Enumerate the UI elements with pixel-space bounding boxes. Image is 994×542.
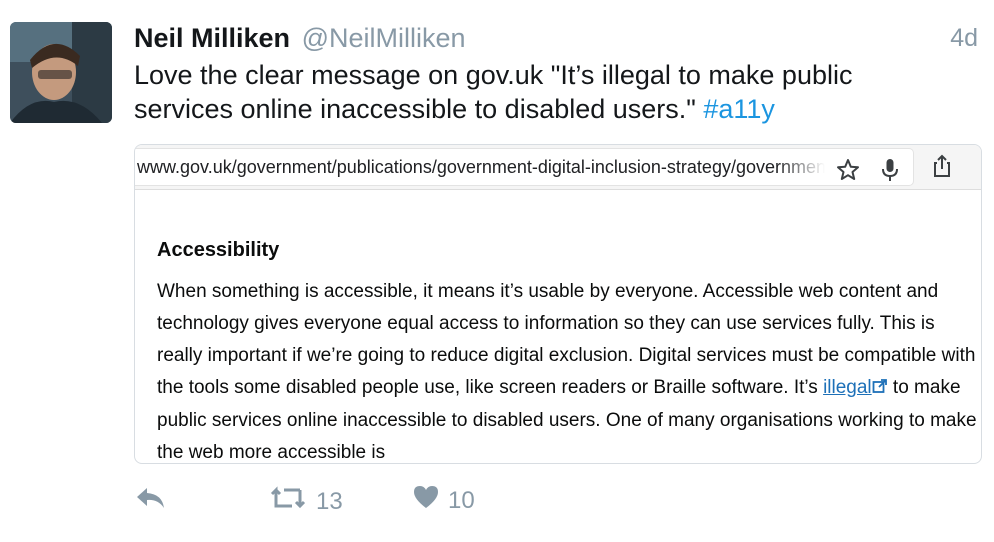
microphone-icon[interactable] (875, 155, 905, 185)
retweet-icon[interactable] (268, 484, 308, 519)
share-icon[interactable] (927, 151, 957, 181)
external-link-icon (872, 373, 888, 405)
page-content: Accessibility When something is accessib… (157, 239, 977, 463)
author-name[interactable]: Neil Milliken (134, 23, 290, 53)
section-paragraph: When something is accessible, it means i… (157, 276, 977, 463)
tweet-timestamp[interactable]: 4d (950, 24, 978, 53)
retweet-button[interactable]: 13 (268, 484, 343, 519)
heart-icon[interactable] (412, 484, 440, 517)
tweet-text: Love the clear message on gov.uk "It’s i… (134, 58, 954, 126)
tweet-header: Neil Milliken @NeilMilliken (134, 22, 466, 54)
attached-screenshot[interactable]: www.gov.uk/government/publications/gover… (134, 144, 982, 464)
browser-url-bar: www.gov.uk/government/publications/gover… (135, 145, 981, 190)
author-handle[interactable]: @NeilMilliken (302, 23, 466, 53)
star-icon[interactable] (833, 155, 863, 185)
url-text: www.gov.uk/government/publications/gover… (137, 157, 825, 177)
illegal-link[interactable]: illegal (823, 377, 888, 398)
like-button[interactable]: 10 (412, 484, 475, 517)
reply-button[interactable] (134, 484, 166, 519)
section-heading: Accessibility (157, 239, 280, 261)
illegal-link-text[interactable]: illegal (823, 377, 872, 398)
address-field[interactable]: www.gov.uk/government/publications/gover… (135, 149, 913, 185)
reply-icon[interactable] (134, 484, 166, 519)
retweet-count: 13 (316, 487, 343, 515)
like-count: 10 (448, 486, 475, 514)
hashtag-link[interactable]: #a11y (703, 94, 775, 124)
author-avatar[interactable] (10, 22, 112, 123)
